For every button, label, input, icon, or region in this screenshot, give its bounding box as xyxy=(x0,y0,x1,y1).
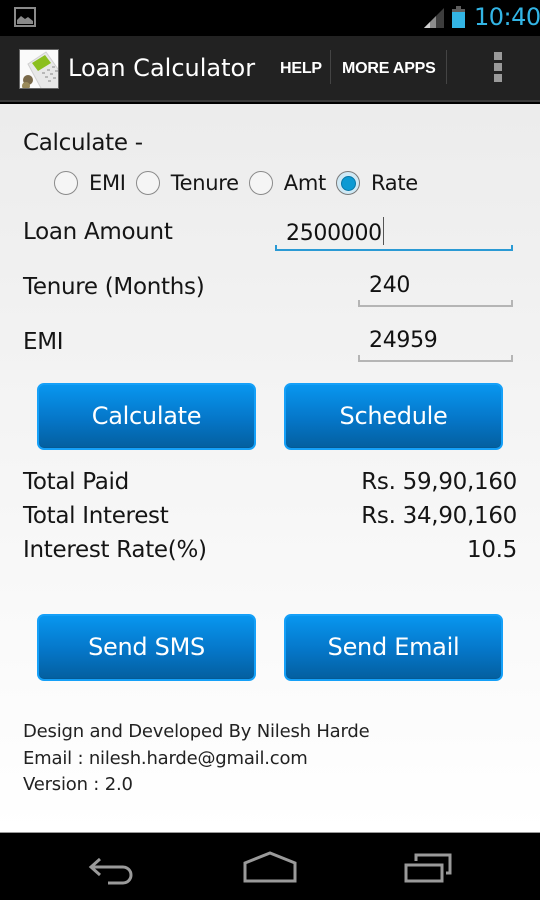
tenure-input[interactable]: 240 xyxy=(358,267,513,307)
radio-label: Rate xyxy=(370,171,418,195)
text-cursor xyxy=(382,217,385,245)
radio-tenure[interactable]: Tenure xyxy=(135,171,239,195)
total-interest-value: Rs. 34,90,160 xyxy=(361,503,517,529)
send-sms-button[interactable]: Send SMS xyxy=(37,614,256,681)
tenure-value: 240 xyxy=(369,273,411,298)
schedule-button[interactable]: Schedule xyxy=(284,383,503,450)
input-underline xyxy=(358,355,513,362)
more-apps-button[interactable]: MORE APPS xyxy=(342,60,436,78)
action-bar: Loan Calculator HELP MORE APPS xyxy=(0,36,540,102)
calculate-mode-radio-group: EMI Tenure Amt Rate xyxy=(54,168,428,198)
loan-amount-value: 2500000 xyxy=(286,221,382,246)
radio-amt[interactable]: Amt xyxy=(248,171,326,195)
emi-label: EMI xyxy=(23,329,64,355)
status-bar: 10:40 xyxy=(0,0,540,36)
total-paid-value: Rs. 59,90,160 xyxy=(361,469,517,495)
calculator-form: Calculate - EMI Tenure Amt Rate Loan Amo… xyxy=(0,104,540,832)
input-underline xyxy=(358,300,513,307)
app-logo-icon[interactable] xyxy=(19,49,59,89)
help-button[interactable]: HELP xyxy=(280,60,322,78)
app-version: Version : 2.0 xyxy=(23,774,133,795)
interest-rate-label: Interest Rate(%) xyxy=(23,537,207,563)
emi-input[interactable]: 24959 xyxy=(358,322,513,362)
radio-circle-icon[interactable] xyxy=(54,171,78,195)
loan-amount-input[interactable]: 2500000 xyxy=(275,211,513,251)
action-divider xyxy=(446,50,447,84)
tenure-label: Tenure (Months) xyxy=(23,274,205,300)
radio-circle-icon[interactable] xyxy=(248,171,273,195)
battery-icon xyxy=(452,6,465,28)
input-underline xyxy=(275,245,513,251)
radio-circle-icon[interactable] xyxy=(135,171,160,195)
status-clock: 10:40 xyxy=(474,3,540,31)
radio-label: EMI xyxy=(89,171,126,195)
loan-amount-label: Loan Amount xyxy=(23,219,173,245)
signal-icon xyxy=(424,8,444,28)
notification-image-icon xyxy=(14,7,36,27)
navigation-bar xyxy=(0,832,540,900)
radio-label: Tenure xyxy=(170,171,239,195)
radio-rate[interactable]: Rate xyxy=(335,171,418,195)
home-icon[interactable] xyxy=(243,851,297,883)
emi-value: 24959 xyxy=(369,328,438,353)
app-title: Loan Calculator xyxy=(68,54,256,82)
radio-checked-icon[interactable] xyxy=(335,171,360,195)
interest-rate-value: 10.5 xyxy=(466,537,517,563)
calculate-label: Calculate - xyxy=(23,130,143,156)
developer-email: Email : nilesh.harde@gmail.com xyxy=(23,748,308,769)
overflow-menu-icon[interactable] xyxy=(494,52,504,84)
total-interest-label: Total Interest xyxy=(23,503,169,529)
radio-label: Amt xyxy=(283,171,326,195)
total-paid-label: Total Paid xyxy=(23,469,129,495)
action-divider xyxy=(330,50,331,84)
radio-emi[interactable]: EMI xyxy=(54,171,126,195)
developer-credit: Design and Developed By Nilesh Harde xyxy=(23,721,370,742)
recent-apps-icon[interactable] xyxy=(404,853,454,883)
calculate-button[interactable]: Calculate xyxy=(37,383,256,450)
back-icon[interactable] xyxy=(88,855,138,885)
send-email-button[interactable]: Send Email xyxy=(284,614,503,681)
